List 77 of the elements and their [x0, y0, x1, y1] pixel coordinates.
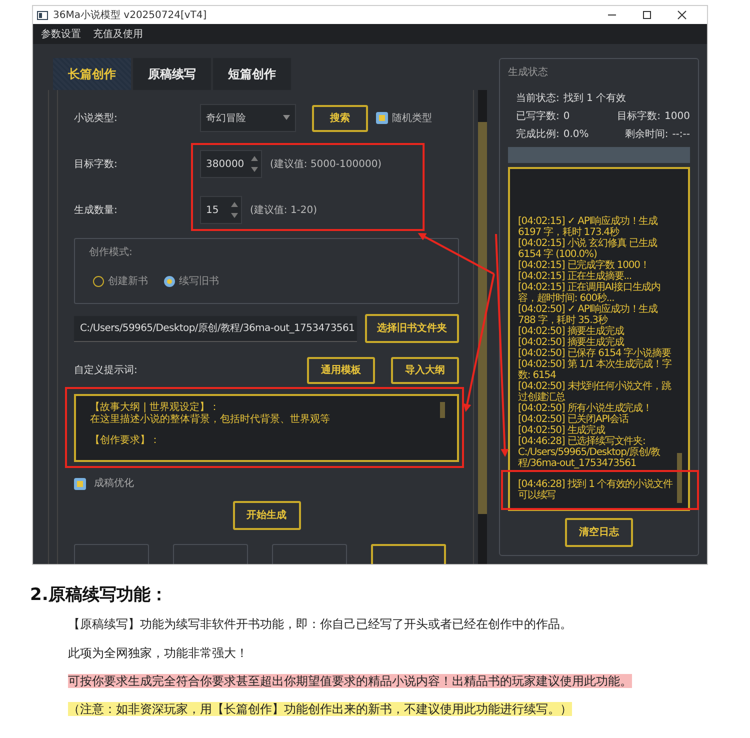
log-entry: [04:46:28] 已选择续写文件夹: C:/Users/59965/Desktop/原创/教程/36ma-out_1753473561	[518, 436, 662, 469]
scrollbar[interactable]	[478, 90, 487, 564]
checkbox-label[interactable]: 成稿优化	[94, 476, 134, 491]
status-label: 剩余时间:	[624, 128, 668, 142]
status-label: 已写字数:	[516, 110, 560, 124]
log-entry: [04:02:50] 已关闭API会话	[518, 414, 630, 425]
checkbox-label[interactable]: 随机类型	[392, 110, 432, 126]
checkbox[interactable]	[376, 112, 388, 124]
template-button[interactable]: 通用模板	[307, 357, 375, 384]
radio-button[interactable]	[164, 276, 175, 287]
caret-icon	[283, 115, 290, 120]
log-entry: [04:02:50] 已保存 6154 字小说摘要	[518, 348, 671, 359]
select-folder-button[interactable]: 选择旧书文件夹	[365, 314, 459, 343]
log-entry: [04:02:50] 所有小说生成完成！	[518, 403, 653, 414]
status-label: 当前状态:	[516, 92, 560, 106]
status-value: 0.0%	[563, 128, 589, 142]
checkbox[interactable]	[74, 478, 86, 490]
prompt-line: 【故事大纲 | 世界观设定】：	[90, 402, 221, 414]
status-value: --:--	[672, 128, 690, 142]
log-entry: [04:02:50] 第 1/1 本次生成完成！字数: 6154	[518, 359, 672, 381]
menu-item[interactable]: 参数设置	[41, 26, 81, 42]
hint-text: (建议值: 5000-100000)	[270, 158, 382, 172]
radio-button[interactable]	[93, 276, 104, 287]
clear-log-button[interactable]: 清空日志	[565, 518, 633, 547]
section-heading: 2.原稿续写功能：	[30, 585, 168, 606]
log-entry: [04:02:15] ✓ API响应成功！生成 6197 字，耗时 173.4秒	[518, 216, 658, 238]
group-title: 创作模式:	[89, 246, 134, 260]
log-entry: [04:02:15] 已完成字数 1000！	[518, 260, 650, 271]
field-label: 目标字数:	[74, 158, 118, 172]
status-value: 1000	[664, 110, 690, 124]
start-button[interactable]: 开始生成	[232, 501, 300, 530]
status-value: 找到 1 个有效	[563, 92, 626, 106]
field-label: 小说类型:	[74, 112, 118, 126]
paragraph: 此项为全网独家，功能非常强大！	[68, 646, 248, 660]
log-entry: [04:02:15] 小说 玄幻修真 已生成 6154 字 (100.0%)	[518, 238, 658, 260]
stepper-arrows-icon[interactable]	[251, 156, 258, 172]
status-label: 目标字数:	[617, 110, 661, 124]
scrollbar-thumb[interactable]	[440, 402, 445, 418]
paragraph: 【原稿续写】功能为续写非软件开书功能，即：你自己已经写了开头或者已经在创作中的作品。	[68, 617, 572, 632]
log-entry: [04:02:50] ✓ API响应成功！生成 788 字，耗时 35.3秒	[518, 304, 658, 326]
scrollbar-thumb[interactable]	[677, 453, 682, 503]
tab[interactable]: 长篇创作	[53, 58, 131, 90]
field-label: 生成数量:	[74, 204, 118, 218]
genre-dropdown[interactable]: 奇幻冒险	[200, 104, 296, 132]
paragraph: 可按你要求生成完全符合你要求甚至超出你期望值要求的精品小说内容！出精品书的玩家建议使用此功能。	[68, 674, 632, 688]
status-value: 0	[563, 110, 570, 124]
log-entry: [04:02:15] 正在生成摘要...	[518, 271, 632, 282]
button[interactable]	[371, 544, 446, 564]
maximize-icon[interactable]	[642, 10, 652, 20]
log-entry: [04:02:50] 摘要生成完成	[518, 326, 625, 337]
radio-label[interactable]: 续写旧书	[179, 274, 219, 289]
prompt-line: 【创作要求】：	[90, 435, 161, 446]
log-entry: [04:02:50] 生成完成	[518, 425, 605, 436]
number-spinner[interactable]: 380000	[200, 150, 262, 178]
app-icon	[37, 10, 48, 20]
log-entry: [04:02:50] 未找到任何小说文件，跳过创建汇总	[518, 381, 672, 403]
prompt-textarea[interactable]: 【故事大纲 | 世界观设定】： 在这里描述小说的整体背景，包括时代背景、世界观等 【创作要求】：	[74, 394, 459, 462]
hint-text: (建议值: 1-20)	[250, 204, 318, 218]
tab[interactable]: 短篇创作	[213, 58, 291, 90]
log-entry: [04:02:15] 正在调用AI接口生成内容，超时时间: 600秒...	[518, 282, 662, 304]
log-entry: [04:02:50] 摘要生成完成	[518, 337, 624, 348]
status-label: 完成比例:	[516, 128, 560, 142]
template-button[interactable]: 导入大纲	[391, 357, 459, 384]
field-label: 自定义提示词:	[74, 364, 138, 378]
window-title: 36Ma小说模型 v20250724[vT4]	[53, 8, 207, 22]
number-spinner[interactable]: 15	[200, 196, 242, 224]
panel-title: 生成状态	[508, 66, 549, 80]
radio-label[interactable]: 创建新书	[108, 274, 148, 289]
path-field[interactable]: C:/Users/59965/Desktop/原创/教程/36ma-out_1753473561	[74, 316, 357, 342]
log-entry: [04:46:28] 找到 1 个有效的小说文件可以续写	[518, 479, 674, 501]
tab[interactable]: 原稿续写	[133, 58, 211, 90]
search-button[interactable]: 搜索	[312, 104, 368, 132]
paragraph: （注意：如非资深玩家，用【长篇创作】功能创作出来的新书，不建议使用此功能进行续写。）	[68, 702, 572, 716]
stepper-arrows-icon[interactable]	[231, 202, 238, 218]
prompt-line: 在这里描述小说的整体背景，包括时代背景、世界观等	[90, 414, 331, 425]
close-icon[interactable]	[677, 10, 687, 20]
menu-item[interactable]: 充值及使用	[93, 26, 143, 42]
